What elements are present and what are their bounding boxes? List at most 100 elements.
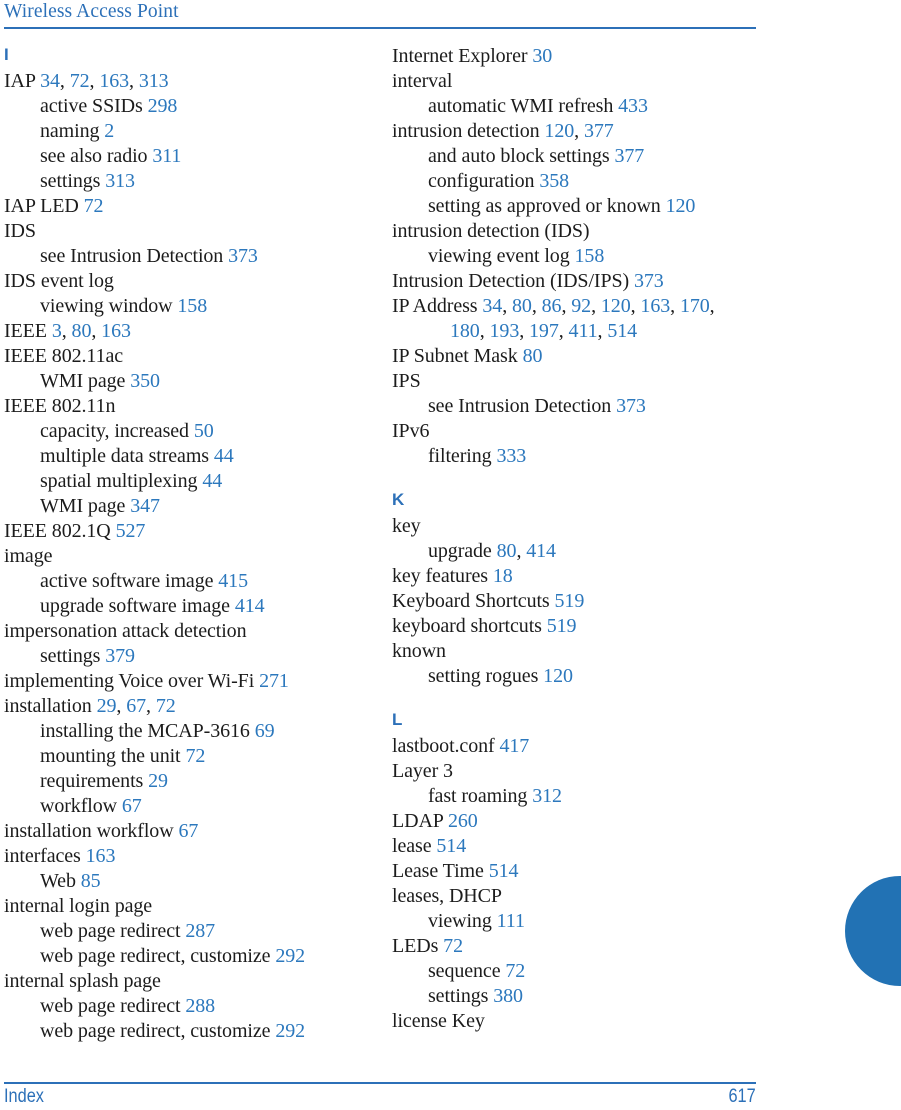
index-page-reference[interactable]: 414	[235, 595, 265, 617]
index-page-reference[interactable]: 158	[177, 295, 207, 317]
index-page-reference[interactable]: 92	[571, 295, 591, 317]
index-page-reference[interactable]: 72	[505, 960, 525, 982]
index-page-reference[interactable]: 271	[259, 670, 289, 692]
index-page-reference[interactable]: 298	[148, 95, 178, 117]
index-page-reference[interactable]: 514	[489, 860, 519, 882]
index-page-reference[interactable]: 163	[101, 320, 131, 342]
index-page-reference[interactable]: 414	[526, 540, 556, 562]
index-page-reference[interactable]: 313	[139, 70, 169, 92]
index-page-reference[interactable]: 67	[178, 820, 198, 842]
index-page-reference[interactable]: 519	[547, 615, 577, 637]
index-page-reference[interactable]: 29	[97, 695, 117, 717]
index-page-reference[interactable]: 379	[105, 645, 135, 667]
index-entry: see Intrusion Detection 373	[392, 394, 764, 419]
index-page-reference[interactable]: 120	[543, 665, 573, 687]
index-page-reference[interactable]: 180	[450, 320, 480, 342]
index-page-reference[interactable]: 514	[436, 835, 466, 857]
index-page-reference[interactable]: 193	[490, 320, 520, 342]
index-entry: see Intrusion Detection 373	[4, 244, 376, 269]
index-page-reference[interactable]: 197	[529, 320, 559, 342]
index-page-reference[interactable]: 415	[218, 570, 248, 592]
index-page-reference[interactable]: 527	[116, 520, 146, 542]
index-entry: setting rogues 120	[392, 664, 764, 689]
index-page-reference[interactable]: 514	[607, 320, 637, 342]
index-entry-separator: ,	[479, 320, 490, 342]
index-page-reference[interactable]: 411	[569, 320, 598, 342]
index-page-reference[interactable]: 347	[130, 495, 160, 517]
index-page-reference[interactable]: 170	[680, 295, 710, 317]
index-page-reference[interactable]: 158	[575, 245, 605, 267]
index-entry: viewing 111	[392, 909, 764, 934]
index-page-reference[interactable]: 2	[104, 120, 114, 142]
index-entry-text: IEEE 802.11n	[4, 395, 116, 417]
index-page-reference[interactable]: 44	[202, 470, 222, 492]
index-page-reference[interactable]: 120	[666, 195, 696, 217]
index-page-reference[interactable]: 260	[448, 810, 478, 832]
index-entry-text: and auto block settings	[428, 145, 610, 167]
index-page-reference[interactable]: 80	[72, 320, 92, 342]
index-entry-text: setting as approved or known	[428, 195, 661, 217]
index-page-reference[interactable]: 163	[640, 295, 670, 317]
index-page-reference[interactable]: 34	[482, 295, 502, 317]
index-page-reference[interactable]: 350	[130, 370, 160, 392]
index-section-letter-k: K	[392, 490, 405, 509]
index-page-reference[interactable]: 120	[601, 295, 631, 317]
index-page-reference[interactable]: 377	[614, 145, 644, 167]
index-page-reference[interactable]: 72	[156, 695, 176, 717]
index-page-reference[interactable]: 111	[497, 910, 525, 932]
index-page-reference[interactable]: 80	[497, 540, 517, 562]
index-entry-text: IEEE	[4, 320, 47, 342]
index-entry-text: viewing	[428, 910, 492, 932]
index-page-reference[interactable]: 80	[523, 345, 543, 367]
index-page-reference[interactable]: 3	[52, 320, 62, 342]
index-page-reference[interactable]: 312	[532, 785, 562, 807]
index-page-reference[interactable]: 373	[634, 270, 664, 292]
index-entry: viewing window 158	[4, 294, 376, 319]
index-page-reference[interactable]: 86	[542, 295, 562, 317]
index-entry: license Key	[392, 1009, 764, 1034]
index-page-reference[interactable]: 72	[70, 70, 90, 92]
index-page-reference[interactable]: 72	[84, 195, 104, 217]
index-page-reference[interactable]: 30	[532, 45, 552, 67]
index-entry-text: lastboot.conf	[392, 735, 495, 757]
index-page-reference[interactable]: 311	[152, 145, 181, 167]
index-page-reference[interactable]: 292	[275, 945, 305, 967]
index-page-reference[interactable]: 72	[443, 935, 463, 957]
index-page-reference[interactable]: 67	[126, 695, 146, 717]
index-page-reference[interactable]: 358	[539, 170, 569, 192]
index-page-reference[interactable]: 69	[255, 720, 275, 742]
index-page-reference[interactable]: 519	[555, 590, 585, 612]
index-entry: settings 379	[4, 644, 376, 669]
index-entry-separator: ,	[502, 295, 513, 317]
index-page-reference[interactable]: 287	[185, 920, 215, 942]
index-page-reference[interactable]: 67	[122, 795, 142, 817]
index-entry-text: viewing event log	[428, 245, 570, 267]
index-page-reference[interactable]: 417	[499, 735, 529, 757]
index-page-reference[interactable]: 72	[185, 745, 205, 767]
index-page-reference[interactable]: 380	[493, 985, 523, 1007]
index-page-reference[interactable]: 85	[81, 870, 101, 892]
index-page-reference[interactable]: 333	[496, 445, 526, 467]
index-page-reference[interactable]: 44	[214, 445, 234, 467]
index-entry: and auto block settings 377	[392, 144, 764, 169]
index-page-reference[interactable]: 120	[544, 120, 574, 142]
index-page-reference[interactable]: 433	[618, 95, 648, 117]
index-page-reference[interactable]: 373	[228, 245, 258, 267]
index-entry: active software image 415	[4, 569, 376, 594]
index-page-reference[interactable]: 50	[194, 420, 214, 442]
index-entry: capacity, increased 50	[4, 419, 376, 444]
index-page-reference[interactable]: 163	[99, 70, 129, 92]
index-page-reference[interactable]: 292	[275, 1020, 305, 1042]
index-entry-text: intrusion detection	[392, 120, 540, 142]
index-page-reference[interactable]: 29	[148, 770, 168, 792]
index-page-reference[interactable]: 288	[185, 995, 215, 1017]
index-entry-text: leases, DHCP	[392, 885, 502, 907]
index-page-reference[interactable]: 18	[493, 565, 513, 587]
index-page-reference[interactable]: 34	[40, 70, 60, 92]
index-page-reference[interactable]: 163	[86, 845, 116, 867]
index-page-reference[interactable]: 80	[512, 295, 532, 317]
index-page-reference[interactable]: 377	[584, 120, 614, 142]
index-page-reference[interactable]: 313	[105, 170, 135, 192]
index-entry-text: implementing Voice over Wi-Fi	[4, 670, 255, 692]
index-page-reference[interactable]: 373	[616, 395, 646, 417]
